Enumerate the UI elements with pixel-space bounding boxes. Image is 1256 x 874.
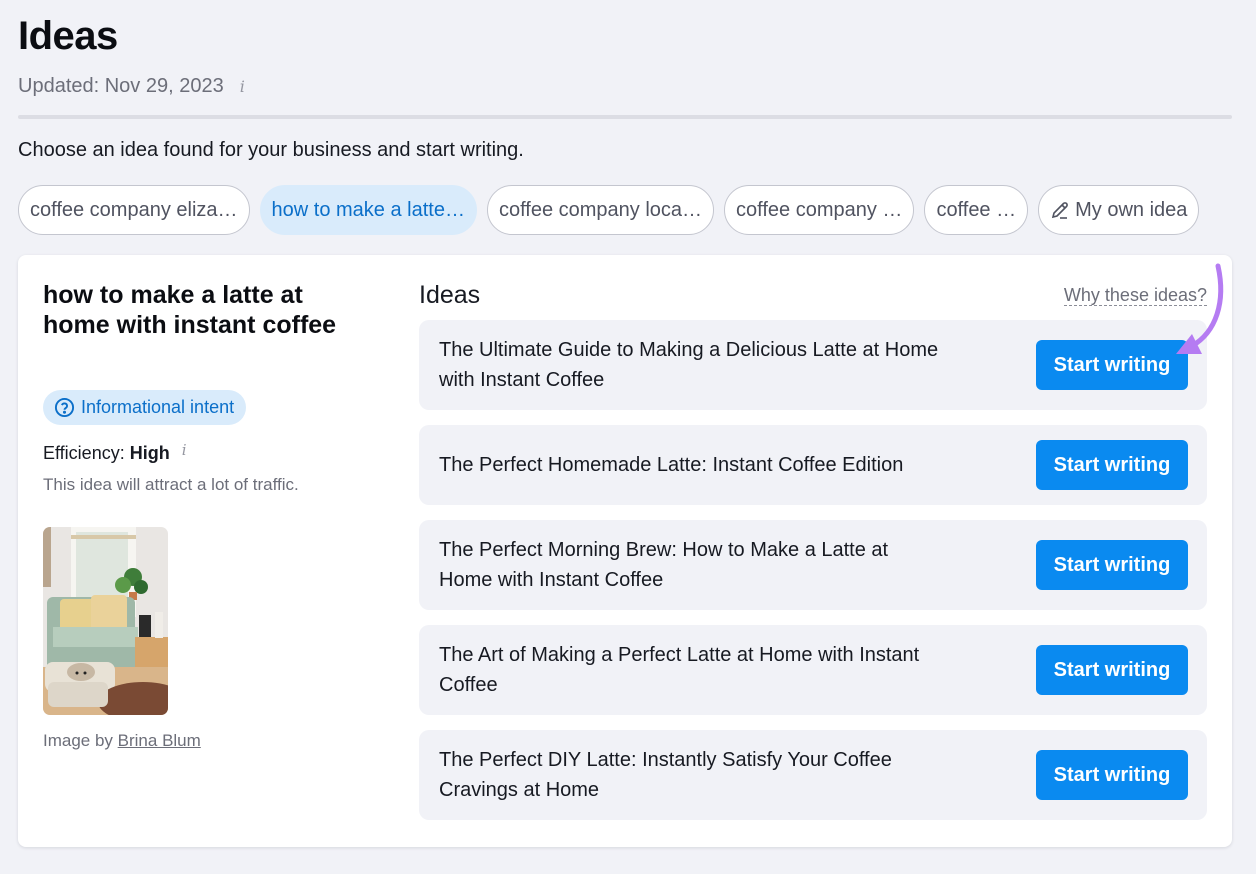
credit-prefix: Image by bbox=[43, 731, 118, 750]
idea-row: The Ultimate Guide to Making a Delicious… bbox=[419, 320, 1207, 410]
divider bbox=[18, 115, 1232, 119]
info-icon[interactable]: i bbox=[182, 441, 187, 459]
chip-label: coffee company loca… bbox=[498, 198, 703, 221]
start-writing-button[interactable]: Start writing bbox=[1036, 440, 1188, 490]
intent-label: Informational intent bbox=[81, 397, 235, 417]
idea-row: The Perfect Morning Brew: How to Make a … bbox=[419, 520, 1207, 610]
chip-label: coffee company … bbox=[736, 198, 903, 221]
topic-chip[interactable]: coffee company … bbox=[724, 185, 915, 235]
idea-title: The Ultimate Guide to Making a Delicious… bbox=[439, 339, 939, 391]
idea-title: The Art of Making a Perfect Latte at Hom… bbox=[439, 644, 920, 696]
topic-chips: coffee company eliza… how to make a latt… bbox=[18, 185, 1200, 235]
topic-image bbox=[43, 527, 168, 715]
credit-author-link[interactable]: Brina Blum bbox=[118, 731, 201, 750]
intent-badge: Informational intent bbox=[43, 390, 247, 425]
start-writing-button[interactable]: Start writing bbox=[1036, 540, 1188, 590]
idea-title: The Perfect Morning Brew: How to Make a … bbox=[439, 539, 889, 591]
chip-label: coffee company eliza… bbox=[30, 198, 238, 221]
efficiency-label: Efficiency: bbox=[43, 443, 125, 463]
idea-card: how to make a latte at home with instant… bbox=[18, 255, 1232, 847]
question-circle-icon bbox=[54, 397, 75, 418]
chip-label: My own idea bbox=[1075, 198, 1188, 221]
topic-chip-active[interactable]: how to make a latte… bbox=[259, 185, 477, 235]
idea-row: The Art of Making a Perfect Latte at Hom… bbox=[419, 625, 1207, 715]
efficiency-value: High bbox=[129, 443, 170, 463]
updated-date: Updated: Nov 29, 2023 i bbox=[18, 75, 245, 98]
topic-title: how to make a latte at home with instant… bbox=[43, 281, 337, 339]
topic-chip[interactable]: coffee … bbox=[924, 185, 1029, 235]
idea-row: The Perfect Homemade Latte: Instant Coff… bbox=[419, 425, 1207, 505]
page-title: Ideas bbox=[18, 14, 118, 58]
page-subtitle: Choose an idea found for your business a… bbox=[18, 139, 524, 161]
efficiency: Efficiency: High i bbox=[43, 441, 187, 464]
idea-title: The Perfect DIY Latte: Instantly Satisfy… bbox=[439, 749, 892, 801]
ideas-heading: Ideas bbox=[419, 281, 481, 309]
info-icon[interactable]: i bbox=[240, 77, 245, 96]
updated-text: Updated: Nov 29, 2023 bbox=[18, 75, 224, 97]
chip-label: coffee … bbox=[936, 198, 1017, 221]
my-own-idea-button[interactable]: My own idea bbox=[1038, 185, 1200, 235]
topic-chip[interactable]: coffee company loca… bbox=[486, 185, 715, 235]
start-writing-button[interactable]: Start writing bbox=[1036, 645, 1188, 695]
topic-chip[interactable]: coffee company eliza… bbox=[18, 185, 250, 235]
idea-title: The Perfect Homemade Latte: Instant Coff… bbox=[439, 454, 904, 476]
image-credit: Image by Brina Blum bbox=[43, 731, 201, 751]
why-these-ideas-link[interactable]: Why these ideas? bbox=[1063, 285, 1207, 306]
idea-list: The Ultimate Guide to Making a Delicious… bbox=[419, 320, 1207, 835]
start-writing-button[interactable]: Start writing bbox=[1036, 340, 1188, 390]
pencil-icon bbox=[1052, 202, 1068, 219]
idea-row: The Perfect DIY Latte: Instantly Satisfy… bbox=[419, 730, 1207, 820]
chip-label: how to make a latte… bbox=[271, 198, 465, 221]
efficiency-description: This idea will attract a lot of traffic. bbox=[43, 475, 299, 494]
start-writing-button[interactable]: Start writing bbox=[1036, 750, 1188, 800]
